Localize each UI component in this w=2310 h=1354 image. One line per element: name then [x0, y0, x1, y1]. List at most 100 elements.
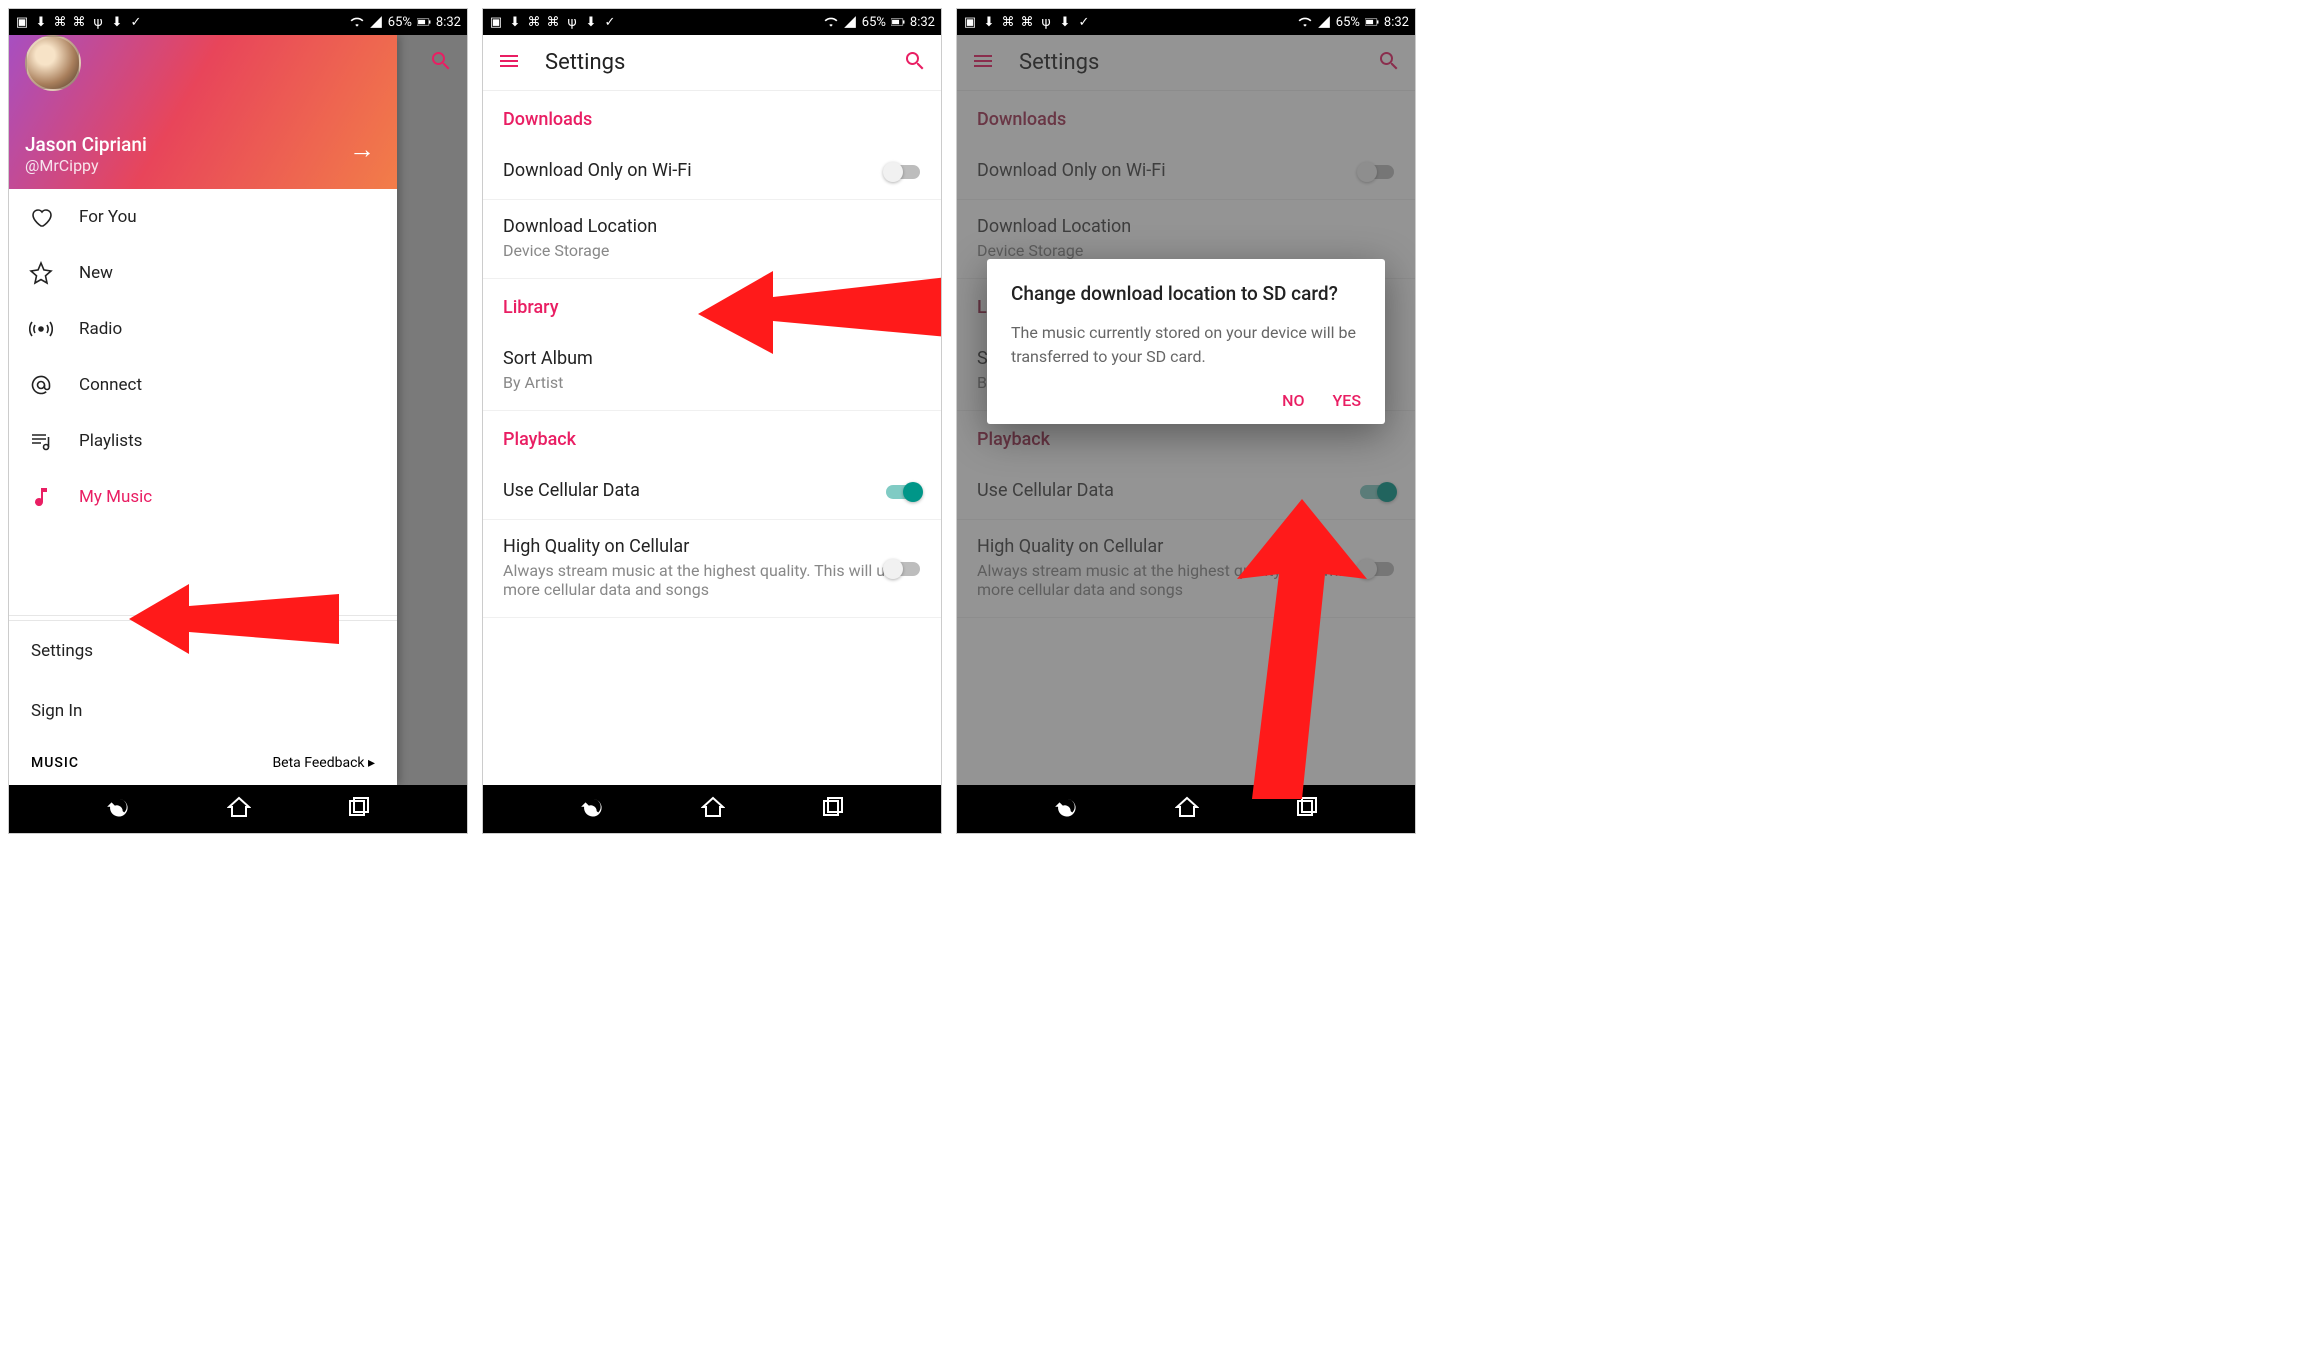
toggle-switch[interactable]	[883, 162, 923, 182]
page-title: Settings	[545, 50, 903, 75]
wifi-icon	[824, 15, 838, 29]
phone-screen-2: ▣ ⬇ ⌘ ⌘ ψ ⬇ ✓ 65% 8:32 Settings Download…	[482, 8, 942, 834]
signal-icon	[843, 15, 857, 29]
phone-screen-1: ▣ ⬇ ⌘ ⌘ ψ ⬇ ✓ 65% 8:32 Jason Cipriani @M…	[8, 8, 468, 834]
clock: 8:32	[910, 15, 935, 30]
dialog-yes-button[interactable]: YES	[1333, 391, 1362, 410]
image-icon: ▣	[489, 15, 503, 29]
recent-icon[interactable]	[347, 795, 371, 823]
star-icon	[29, 261, 53, 285]
back-icon[interactable]	[1053, 794, 1079, 824]
download-icon: ⬇	[584, 15, 598, 29]
arrow-right-icon[interactable]: →	[349, 134, 375, 165]
battery-icon	[417, 15, 431, 29]
setting-subtitle: Always stream music at the highest quali…	[503, 561, 921, 599]
settings-list[interactable]: Downloads Download Only on Wi-Fi Downloa…	[483, 91, 941, 785]
status-bar: ▣ ⬇ ⌘ ⌘ ψ ⬇ ✓ 65% 8:32	[483, 9, 941, 35]
setting-title: Use Cellular Data	[503, 480, 921, 501]
annotation-arrow	[698, 259, 942, 359]
confirm-dialog: Change download location to SD card? The…	[987, 259, 1385, 424]
usb-icon: ψ	[1039, 15, 1053, 29]
battery-percent: 65%	[388, 15, 412, 30]
back-icon[interactable]	[579, 794, 605, 824]
at-icon	[29, 373, 53, 397]
drawer-header[interactable]: Jason Cipriani @MrCippy →	[9, 35, 397, 189]
download-icon: ⬇	[982, 15, 996, 29]
android-nav-bar	[9, 785, 467, 833]
beta-feedback-link[interactable]: Beta Feedback ▸	[272, 755, 375, 771]
phone-screen-3: ▣ ⬇ ⌘ ⌘ ψ ⬇ ✓ 65% 8:32 Settings Download…	[956, 8, 1416, 834]
drawer-item-label: New	[79, 263, 113, 283]
setting-subtitle: Device Storage	[503, 241, 921, 260]
recent-icon[interactable]	[821, 795, 845, 823]
dialog-message: The music currently stored on your devic…	[1011, 321, 1361, 369]
setting-download-only-wifi[interactable]: Download Only on Wi-Fi	[483, 144, 941, 200]
dialog-no-button[interactable]: NO	[1282, 391, 1304, 410]
battery-percent: 65%	[862, 15, 886, 30]
drawer-item-label: Playlists	[79, 431, 142, 451]
drawer-item-new[interactable]: New	[9, 245, 397, 301]
clock: 8:32	[436, 15, 461, 30]
drawer-item-my-music[interactable]: My Music	[9, 469, 397, 525]
section-header-downloads: Downloads	[483, 91, 941, 144]
recent-icon[interactable]	[1295, 795, 1319, 823]
toggle-switch[interactable]	[883, 559, 923, 579]
status-bar: ▣ ⬇ ⌘ ⌘ ψ ⬇ ✓ 65% 8:32	[9, 9, 467, 35]
drawer-item-label: Radio	[79, 319, 122, 339]
avatar[interactable]	[25, 35, 81, 91]
home-icon[interactable]	[227, 795, 251, 823]
drawer-item-label: Connect	[79, 375, 142, 395]
dialog-title: Change download location to SD card?	[1011, 281, 1361, 307]
back-icon[interactable]	[105, 794, 131, 824]
setting-use-cellular-data[interactable]: Use Cellular Data	[483, 464, 941, 520]
usb-icon: ψ	[91, 15, 105, 29]
code-icon: ⌘	[53, 15, 67, 29]
download-icon: ⬇	[110, 15, 124, 29]
signal-icon	[1317, 15, 1331, 29]
setting-title: Download Only on Wi-Fi	[503, 160, 921, 181]
code-icon: ⌘	[546, 15, 560, 29]
usb-icon: ψ	[565, 15, 579, 29]
profile-name: Jason Cipriani	[25, 133, 147, 156]
drawer-item-radio[interactable]: Radio	[9, 301, 397, 357]
setting-subtitle: By Artist	[503, 373, 921, 392]
clock: 8:32	[1384, 15, 1409, 30]
toggle-switch[interactable]	[883, 482, 923, 502]
navigation-drawer: Jason Cipriani @MrCippy → For You New Ra…	[9, 35, 397, 785]
image-icon: ▣	[15, 15, 29, 29]
wifi-icon	[1298, 15, 1312, 29]
setting-title: Download Location	[503, 216, 921, 237]
section-header-playback: Playback	[483, 411, 941, 464]
drawer-item-connect[interactable]: Connect	[9, 357, 397, 413]
drawer-item-label: My Music	[79, 487, 152, 507]
code-icon: ⌘	[527, 15, 541, 29]
battery-percent: 65%	[1336, 15, 1360, 30]
drawer-item-for-you[interactable]: For You	[9, 189, 397, 245]
battery-icon	[891, 15, 905, 29]
home-icon[interactable]	[1175, 795, 1199, 823]
app-bar: Settings	[483, 35, 941, 91]
menu-icon[interactable]	[497, 49, 521, 77]
setting-title: High Quality on Cellular	[503, 536, 921, 557]
drawer-item-label: For You	[79, 207, 137, 227]
annotation-arrow	[129, 574, 339, 664]
assignment-icon: ✓	[1077, 15, 1091, 29]
code-icon: ⌘	[72, 15, 86, 29]
download-icon: ⬇	[1058, 15, 1072, 29]
drawer-item-sign-in[interactable]: Sign In	[9, 681, 397, 741]
search-icon[interactable]	[429, 49, 453, 77]
home-icon[interactable]	[701, 795, 725, 823]
battery-icon	[1365, 15, 1379, 29]
setting-high-quality-cellular[interactable]: High Quality on Cellular Always stream m…	[483, 520, 941, 618]
signal-icon	[369, 15, 383, 29]
code-icon: ⌘	[1001, 15, 1015, 29]
annotation-arrow	[1227, 499, 1377, 799]
download-icon: ⬇	[34, 15, 48, 29]
assignment-icon: ✓	[129, 15, 143, 29]
search-icon[interactable]	[903, 49, 927, 77]
drawer-item-playlists[interactable]: Playlists	[9, 413, 397, 469]
wifi-icon	[350, 15, 364, 29]
radio-icon	[29, 317, 53, 341]
android-nav-bar	[483, 785, 941, 833]
code-icon: ⌘	[1020, 15, 1034, 29]
